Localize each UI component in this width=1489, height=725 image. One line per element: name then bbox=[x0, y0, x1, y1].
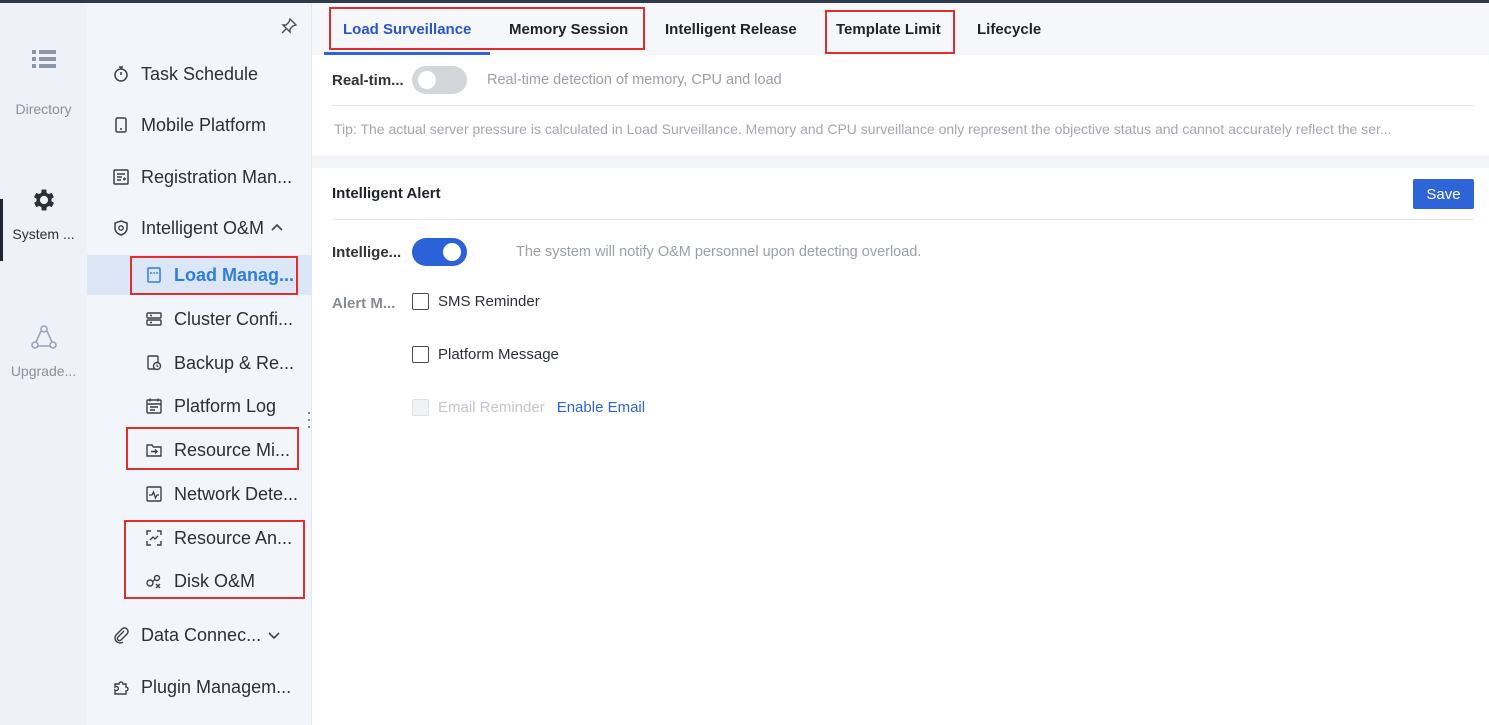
sidebar-item-label: Backup & Re... bbox=[174, 352, 295, 373]
gear-icon bbox=[33, 189, 54, 211]
sidebar-item-platform-log[interactable]: Platform Log bbox=[145, 386, 301, 426]
log-icon bbox=[146, 398, 162, 414]
sidebar-item-task-schedule[interactable]: Task Schedule bbox=[112, 54, 302, 94]
sidebar-item-disk-om[interactable]: Disk O&M bbox=[145, 561, 301, 601]
sidebar-item-load-management[interactable]: Load Manag... bbox=[87, 255, 312, 295]
puzzle-icon bbox=[114, 681, 129, 695]
enable-email-link[interactable]: Enable Email bbox=[557, 399, 645, 416]
rail-item-system[interactable]: System ... bbox=[0, 186, 87, 242]
platform-message-checkbox[interactable] bbox=[412, 345, 429, 363]
sidebar-item-label: Resource Mi... bbox=[174, 439, 291, 460]
list-icon bbox=[31, 50, 56, 68]
divider bbox=[332, 219, 1474, 220]
sms-reminder-checkbox[interactable] bbox=[412, 292, 429, 310]
paperclip-icon bbox=[114, 627, 129, 644]
alert-hint: The system will notify O&M personnel upo… bbox=[516, 244, 922, 260]
sms-reminder-label: SMS Reminder bbox=[438, 292, 540, 310]
platform-message-label: Platform Message bbox=[438, 345, 559, 363]
rail-item-label: Upgrade... bbox=[10, 363, 77, 379]
tab-lifecycle[interactable]: Lifecycle bbox=[977, 3, 1041, 55]
om-shield-icon bbox=[114, 220, 128, 236]
save-button[interactable]: Save bbox=[1413, 179, 1474, 209]
sidebar-item-label: Disk O&M bbox=[174, 570, 255, 591]
analysis-icon bbox=[146, 530, 162, 546]
sidebar-item-label: Resource An... bbox=[174, 527, 293, 548]
tab-load-surveillance[interactable]: Load Surveillance bbox=[343, 3, 471, 55]
alert-toggle[interactable] bbox=[412, 238, 467, 266]
sidebar-group-data-connection[interactable]: Data Connec... bbox=[112, 615, 302, 655]
main-panel: Load Surveillance Memory Session Intelli… bbox=[312, 3, 1489, 725]
stopwatch-icon bbox=[114, 66, 128, 82]
email-reminder-label: Email Reminder bbox=[438, 398, 545, 416]
sidebar-item-resource-migration[interactable]: Resource Mi... bbox=[145, 430, 301, 470]
section-gap bbox=[312, 155, 1489, 168]
chevron-down-icon bbox=[268, 632, 280, 640]
cluster-icon bbox=[146, 312, 162, 326]
pin-icon[interactable] bbox=[280, 17, 298, 35]
sidebar: Task Schedule Mobile Platform Registrati… bbox=[87, 3, 312, 725]
email-reminder-checkbox bbox=[412, 398, 429, 416]
sidebar-item-label: Load Manag... bbox=[174, 264, 295, 285]
tab-memory-session[interactable]: Memory Session bbox=[509, 3, 628, 55]
toggle-knob bbox=[418, 71, 436, 89]
alert-toggle-row: Intellige... The system will notify O&M … bbox=[332, 237, 921, 267]
platform-message-option[interactable]: Platform Message bbox=[412, 343, 559, 365]
tab-intelligent-release[interactable]: Intelligent Release bbox=[665, 3, 797, 55]
rail-item-label: Directory bbox=[15, 101, 72, 117]
realtime-hint: Real-time detection of memory, CPU and l… bbox=[487, 72, 782, 88]
chevron-up-icon bbox=[271, 223, 283, 231]
sidebar-item-label: Task Schedule bbox=[141, 63, 259, 84]
toggle-knob bbox=[443, 243, 461, 261]
sidebar-item-label: Network Dete... bbox=[174, 483, 299, 504]
divider bbox=[332, 105, 1474, 106]
sidebar-item-cluster-config[interactable]: Cluster Confi... bbox=[145, 299, 301, 339]
migration-icon bbox=[146, 444, 162, 457]
tip-text: Tip: The actual server pressure is calcu… bbox=[334, 121, 1392, 137]
sms-reminder-option[interactable]: SMS Reminder bbox=[412, 290, 540, 312]
alert-toggle-label: Intellige... bbox=[332, 243, 402, 261]
disk-icon bbox=[146, 574, 161, 589]
sidebar-item-network-detection[interactable]: Network Dete... bbox=[145, 474, 301, 514]
realtime-toggle[interactable] bbox=[412, 66, 467, 94]
tab-template-limit[interactable]: Template Limit bbox=[836, 3, 941, 55]
backup-icon bbox=[147, 355, 162, 371]
rail-item-upgrade[interactable]: Upgrade... bbox=[0, 323, 87, 379]
sidebar-item-mobile-platform[interactable]: Mobile Platform bbox=[112, 105, 302, 145]
sidebar-item-backup[interactable]: Backup & Re... bbox=[145, 343, 301, 383]
active-tab-indicator bbox=[324, 52, 490, 55]
section-title-intelligent-alert: Intelligent Alert bbox=[332, 185, 441, 202]
sidebar-item-label: Intelligent O&M bbox=[141, 217, 265, 238]
alert-method-label: Alert M... bbox=[332, 295, 396, 312]
upgrade-icon bbox=[30, 325, 57, 349]
sidebar-item-label: Data Connec... bbox=[141, 624, 262, 645]
email-reminder-option: Email Reminder Enable Email bbox=[412, 396, 645, 418]
rail-item-directory[interactable]: Directory bbox=[0, 47, 87, 117]
sidebar-item-registration[interactable]: Registration Man... bbox=[112, 157, 302, 197]
sidebar-item-label: Cluster Confi... bbox=[174, 308, 294, 329]
mobile-icon bbox=[115, 117, 127, 133]
rail-item-label: System ... bbox=[12, 226, 75, 242]
realtime-label: Real-tim... bbox=[332, 71, 404, 89]
sidebar-group-intelligent-om[interactable]: Intelligent O&M bbox=[112, 208, 302, 248]
sidebar-item-label: Registration Man... bbox=[141, 166, 293, 187]
tab-bar: Load Surveillance Memory Session Intelli… bbox=[312, 3, 1489, 55]
load-icon bbox=[147, 267, 161, 283]
sidebar-item-plugin-management[interactable]: Plugin Managem... bbox=[112, 667, 302, 707]
sidebar-item-label: Mobile Platform bbox=[141, 114, 267, 135]
sidebar-item-label: Platform Log bbox=[174, 395, 277, 416]
registration-icon bbox=[113, 169, 129, 185]
network-icon bbox=[146, 486, 162, 502]
sidebar-item-resource-analysis[interactable]: Resource An... bbox=[145, 518, 301, 558]
app-rail: Directory System ... Upgrade... bbox=[0, 3, 87, 725]
sidebar-item-label: Plugin Managem... bbox=[141, 676, 292, 697]
realtime-row: Real-tim... Real-time detection of memor… bbox=[332, 65, 782, 95]
